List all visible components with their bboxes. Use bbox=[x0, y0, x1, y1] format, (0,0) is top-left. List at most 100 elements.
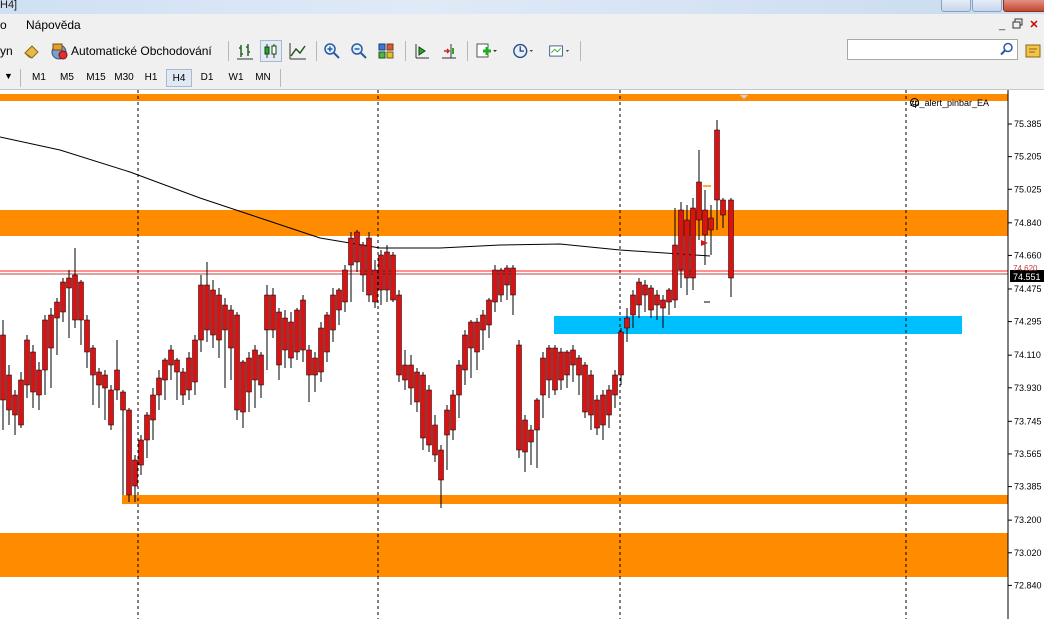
chart-canvas[interactable]: 75.385 75.205 75.025 74.840 74.660 74.475 74.2… bbox=[0, 90, 1044, 619]
bar-chart-icon[interactable] bbox=[234, 40, 256, 62]
bear-candle bbox=[72, 274, 78, 321]
price-tick-label: 73.930 bbox=[1014, 383, 1042, 393]
timeframe-mn[interactable]: MN bbox=[251, 69, 275, 87]
menu-item-window[interactable]: o bbox=[0, 18, 7, 32]
timeframe-d1[interactable]: D1 bbox=[196, 69, 218, 87]
price-chart[interactable]: 75.385 75.205 75.025 74.840 74.660 74.475 74.2… bbox=[0, 90, 1044, 619]
bear-candle bbox=[336, 289, 342, 311]
bear-candle bbox=[234, 314, 240, 411]
timeframe-m30[interactable]: M30 bbox=[111, 69, 137, 87]
bear-candle bbox=[120, 391, 126, 411]
bear-candle bbox=[528, 429, 534, 443]
community-icon[interactable] bbox=[1022, 40, 1044, 62]
support-zone bbox=[122, 495, 1008, 504]
bear-candle bbox=[24, 339, 30, 386]
search-box[interactable] bbox=[847, 39, 1018, 60]
timeframe-h4[interactable]: H4 bbox=[166, 69, 192, 87]
bear-candle bbox=[402, 364, 408, 381]
eraser-icon[interactable] bbox=[21, 40, 43, 62]
chart-shift-icon[interactable] bbox=[438, 40, 460, 62]
bear-candle bbox=[240, 361, 246, 413]
bear-candle bbox=[282, 317, 288, 351]
timeframe-m15[interactable]: M15 bbox=[83, 69, 109, 87]
bear-candle bbox=[582, 364, 588, 413]
candlestick-chart-icon[interactable] bbox=[260, 40, 282, 62]
bear-candle bbox=[630, 294, 636, 316]
bear-candle bbox=[192, 339, 198, 383]
price-tick-label: 73.745 bbox=[1014, 416, 1042, 426]
auto-scroll-icon[interactable] bbox=[411, 40, 433, 62]
mdi-minimize-button[interactable]: _ bbox=[994, 18, 1010, 32]
menu-item-help[interactable]: Nápověda bbox=[26, 18, 81, 32]
menu-bar: o Nápověda bbox=[0, 14, 1044, 36]
bear-candle bbox=[174, 359, 180, 373]
mdi-restore-button[interactable] bbox=[1010, 18, 1026, 32]
window-minimize-button[interactable] bbox=[941, 0, 971, 12]
bear-candle bbox=[390, 254, 396, 301]
mdi-close-button[interactable]: ✕ bbox=[1026, 18, 1042, 32]
bear-candle bbox=[198, 284, 204, 341]
bear-candle bbox=[210, 289, 216, 336]
bear-candle bbox=[456, 364, 462, 396]
bear-candle bbox=[54, 301, 60, 319]
bear-candle bbox=[408, 364, 414, 389]
bear-candle bbox=[138, 439, 144, 466]
bear-candle bbox=[540, 357, 546, 396]
bear-candle bbox=[480, 314, 486, 331]
timeframe-w1[interactable]: W1 bbox=[224, 69, 248, 87]
search-input[interactable] bbox=[848, 40, 1006, 59]
bear-candle bbox=[648, 287, 654, 311]
window-close-button[interactable] bbox=[1003, 0, 1044, 12]
bear-candle bbox=[486, 299, 492, 326]
bear-candle bbox=[414, 371, 420, 403]
dropdown-arrow-icon[interactable]: ▼ bbox=[4, 71, 13, 81]
bear-candle bbox=[642, 284, 648, 296]
zoom-in-icon[interactable] bbox=[321, 40, 343, 62]
bear-candle bbox=[0, 334, 6, 401]
window-maximize-button[interactable] bbox=[972, 0, 1002, 12]
bear-candle bbox=[594, 399, 600, 429]
timeframe-m1[interactable]: M1 bbox=[27, 69, 51, 87]
bear-candle bbox=[360, 244, 366, 276]
bear-candle bbox=[534, 399, 540, 431]
bear-candle bbox=[690, 207, 696, 279]
bear-candle bbox=[132, 459, 138, 487]
timeframe-m5[interactable]: M5 bbox=[55, 69, 79, 87]
bear-candle bbox=[42, 319, 48, 371]
bear-candle bbox=[270, 294, 276, 331]
bear-candle bbox=[144, 414, 150, 441]
current-price-label: 74.551 bbox=[1013, 272, 1041, 282]
bear-candle bbox=[666, 289, 672, 303]
bear-candle bbox=[728, 199, 734, 279]
price-tick-label: 73.385 bbox=[1014, 482, 1042, 492]
bear-candle bbox=[48, 314, 54, 349]
timeframe-h1[interactable]: H1 bbox=[140, 69, 162, 87]
expert-advisor-icon[interactable] bbox=[48, 40, 70, 62]
bear-candle bbox=[618, 331, 624, 376]
bear-candle bbox=[366, 237, 372, 296]
bear-candle bbox=[558, 351, 564, 381]
bear-candle bbox=[612, 374, 618, 396]
periods-clock-icon[interactable] bbox=[512, 40, 534, 62]
toolbar-separator bbox=[228, 41, 229, 61]
bear-candle bbox=[60, 281, 66, 313]
templates-icon[interactable] bbox=[548, 40, 570, 62]
price-tick-label: 74.475 bbox=[1014, 284, 1042, 294]
algo-trading-label[interactable]: Automatické Obchodování bbox=[71, 44, 212, 58]
price-tick-label: 75.385 bbox=[1014, 119, 1042, 129]
bear-candle bbox=[114, 369, 120, 391]
zoom-out-icon[interactable] bbox=[348, 40, 370, 62]
price-tick-label: 74.295 bbox=[1014, 317, 1042, 327]
bear-candle bbox=[516, 344, 522, 451]
bear-candle bbox=[294, 309, 300, 353]
indicators-icon[interactable] bbox=[475, 40, 497, 62]
bear-candle bbox=[384, 251, 390, 291]
bear-candle bbox=[546, 347, 552, 381]
window-title: H4] bbox=[0, 0, 18, 11]
price-tick-label: 73.020 bbox=[1014, 548, 1042, 558]
price-tick-label: 75.025 bbox=[1014, 184, 1042, 194]
toolbar-fragment-label[interactable]: yn bbox=[0, 44, 13, 58]
tile-windows-icon[interactable] bbox=[375, 40, 397, 62]
line-chart-icon[interactable] bbox=[287, 40, 309, 62]
search-icon[interactable] bbox=[1000, 42, 1014, 59]
